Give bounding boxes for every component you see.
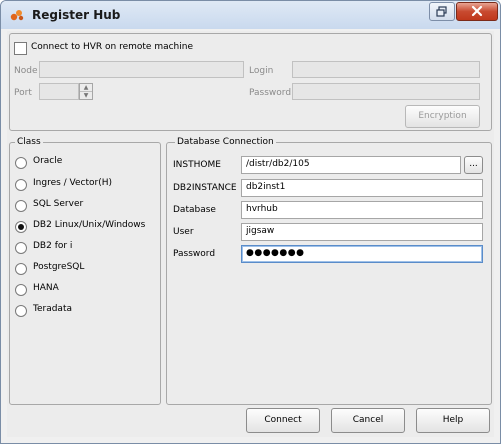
restore-icon	[436, 6, 447, 17]
database-input[interactable]: hvrhub	[241, 201, 483, 219]
hvr-logo-icon	[10, 10, 24, 21]
database-connection-legend: Database Connection	[175, 137, 276, 147]
db2instance-input[interactable]: db2inst1	[241, 179, 483, 197]
restore-button[interactable]	[429, 2, 455, 21]
remote-panel: Connect to HVR on remote machine Node Lo…	[9, 33, 492, 131]
radio-button-selected[interactable]	[15, 221, 27, 233]
encryption-button[interactable]: Encryption	[405, 105, 480, 128]
close-button[interactable]	[456, 2, 498, 21]
radio-button[interactable]	[15, 242, 27, 254]
remote-checkbox-label: Connect to HVR on remote machine	[31, 42, 193, 52]
stepper-down-icon[interactable]: ▼	[80, 92, 92, 99]
close-icon	[471, 5, 483, 17]
radio-button[interactable]	[15, 284, 27, 296]
class-option-label: PostgreSQL	[33, 262, 85, 272]
remote-checkbox[interactable]	[14, 42, 27, 55]
login-input[interactable]	[292, 61, 480, 78]
register-hub-window: Register Hub Connect to HVR on remote ma…	[0, 0, 501, 444]
class-option-label: DB2 for i	[33, 241, 73, 251]
class-option-label: Teradata	[33, 304, 72, 314]
node-label: Node	[14, 66, 38, 76]
radio-button[interactable]	[15, 200, 27, 212]
insthome-label: INSTHOME	[173, 160, 221, 170]
class-option-label: Ingres / Vector(H)	[33, 178, 113, 188]
database-connection-panel: Database Connection INSTHOME /distr/db2/…	[166, 137, 492, 405]
password-label: Password	[173, 249, 216, 259]
class-panel: Class Oracle Ingres / Vector(H) SQL Serv…	[9, 137, 161, 405]
database-label: Database	[173, 205, 216, 215]
stepper-up-icon[interactable]: ▲	[80, 84, 92, 92]
cancel-button[interactable]: Cancel	[331, 408, 405, 433]
db2instance-label: DB2INSTANCE	[173, 183, 237, 193]
help-button[interactable]: Help	[416, 408, 490, 433]
class-option-label: SQL Server	[33, 199, 84, 209]
class-legend: Class	[15, 137, 43, 147]
radio-button[interactable]	[15, 263, 27, 275]
radio-button[interactable]	[15, 179, 27, 191]
connect-button[interactable]: Connect	[246, 408, 320, 433]
browse-button[interactable]: ...	[464, 156, 483, 174]
user-input[interactable]: jigsaw	[241, 223, 483, 241]
class-option-label: HANA	[33, 283, 59, 293]
user-label: User	[173, 227, 194, 237]
class-option-label: DB2 Linux/Unix/Windows	[33, 220, 146, 230]
window-title: Register Hub	[32, 8, 121, 22]
login-label: Login	[249, 66, 274, 76]
remote-password-input[interactable]	[292, 83, 480, 100]
radio-button[interactable]	[15, 157, 27, 169]
dialog-content: Connect to HVR on remote machine Node Lo…	[7, 31, 494, 437]
port-input[interactable]	[39, 83, 79, 100]
radio-button[interactable]	[15, 305, 27, 317]
port-stepper[interactable]: ▲ ▼	[79, 83, 93, 100]
node-input[interactable]	[39, 61, 244, 78]
port-label: Port	[14, 88, 32, 98]
title-bar: Register Hub	[1, 1, 500, 29]
insthome-input[interactable]: /distr/db2/105	[241, 156, 461, 174]
class-option-label: Oracle	[33, 156, 63, 166]
remote-password-label: Password	[249, 88, 292, 98]
password-input[interactable]: ●●●●●●●	[241, 245, 483, 263]
